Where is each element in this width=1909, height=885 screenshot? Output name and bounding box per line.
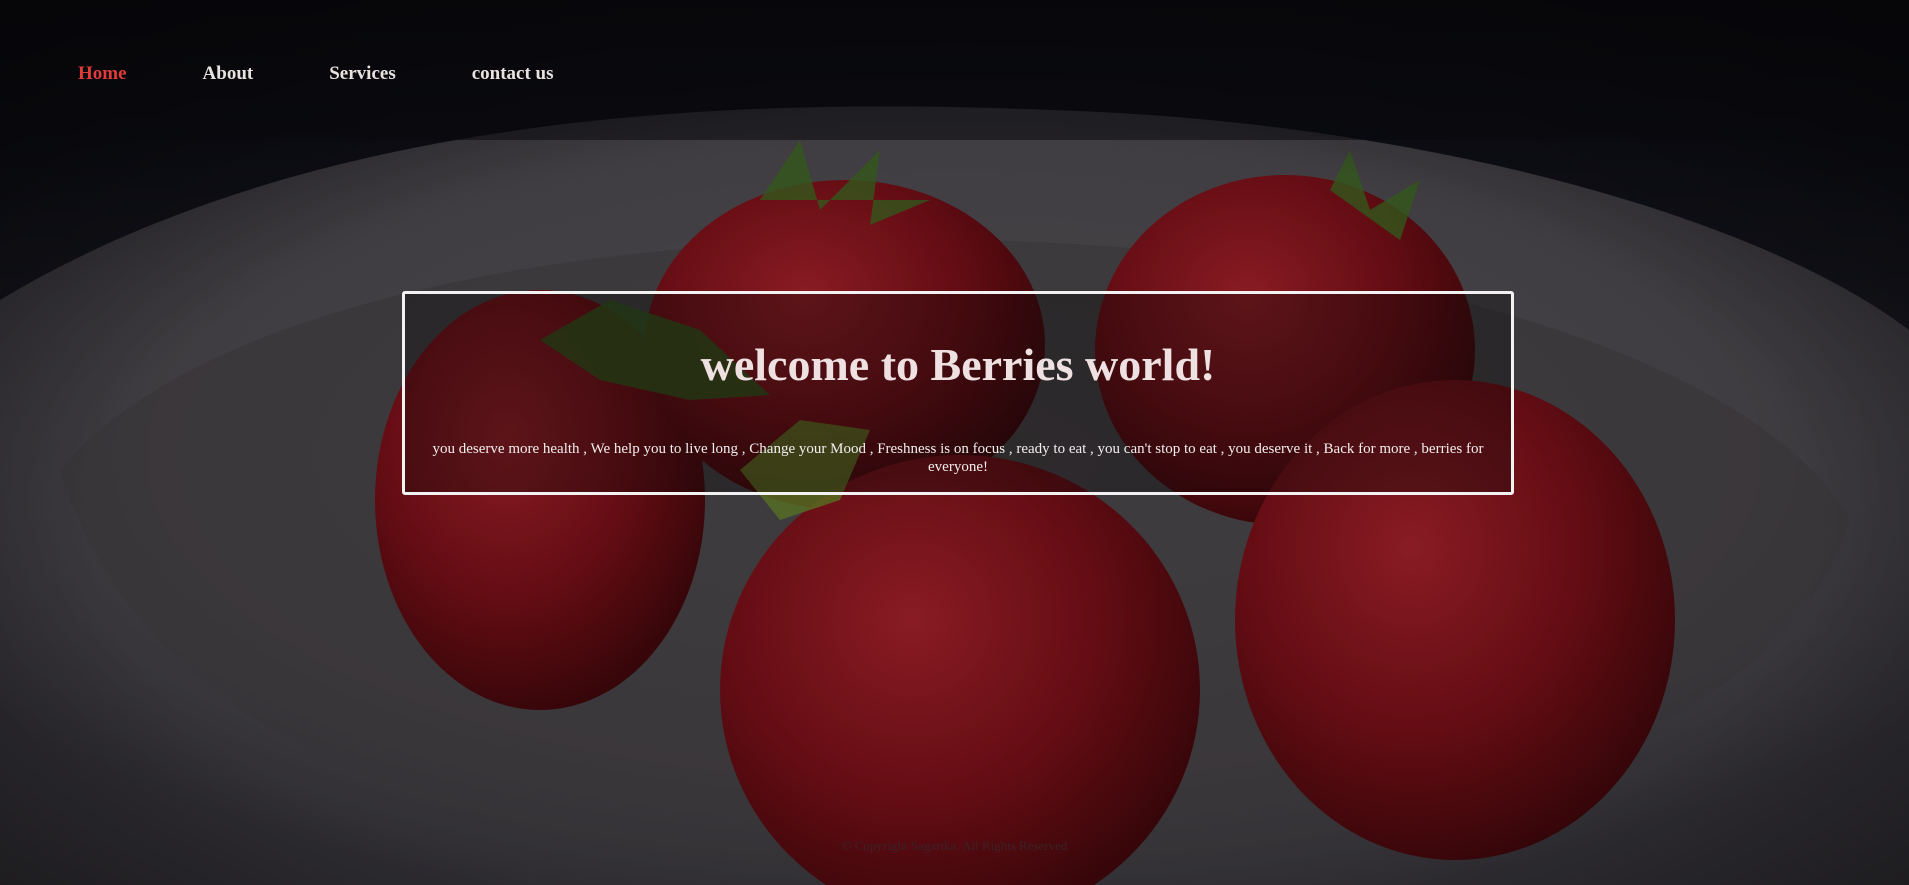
nav-link-about[interactable]: About — [203, 62, 254, 86]
nav-link-contact[interactable]: contact us — [472, 62, 554, 86]
hero-text: you deserve more health , We help you to… — [432, 441, 1484, 475]
hero-title: welcome to Berries world! — [700, 339, 1216, 390]
nav-link-home[interactable]: Home — [78, 62, 127, 86]
main-nav: Home About Services contact us — [78, 62, 630, 86]
footer-copyright: © Copyright Sagarika. All Rights Reserve… — [841, 838, 1068, 853]
page: Home About Services contact us welcome t… — [0, 0, 1909, 885]
hero-box: welcome to Berries world! you deserve mo… — [402, 291, 1514, 495]
nav-link-services[interactable]: Services — [329, 62, 395, 86]
